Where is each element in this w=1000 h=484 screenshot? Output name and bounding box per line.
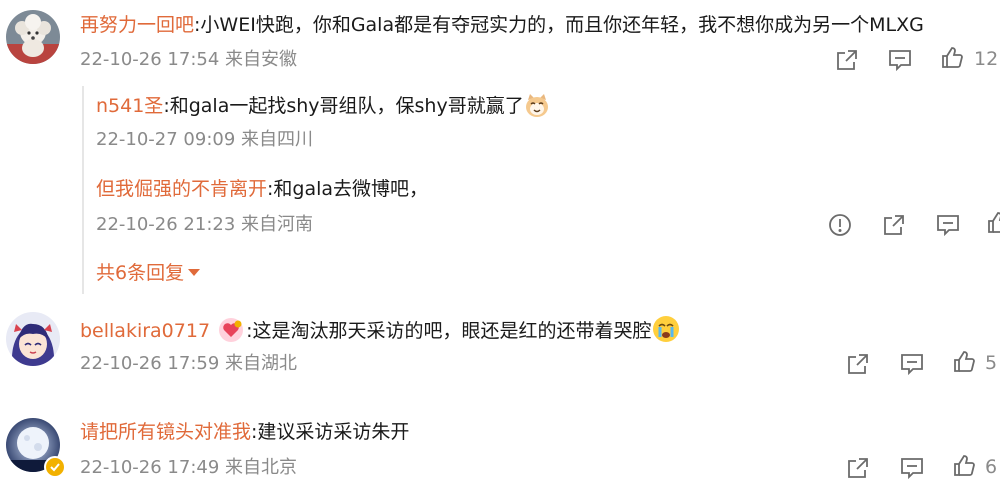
reply-date: 22-10-26 21:23 — [96, 214, 236, 235]
share-icon[interactable] — [846, 456, 870, 480]
like-icon[interactable] — [952, 350, 976, 374]
share-icon[interactable] — [882, 213, 906, 237]
comment-date: 22-10-26 17:59 — [80, 353, 220, 374]
comment-location: 来自北京 — [225, 457, 298, 478]
comment-text: 小WEI快跑，你和Gala都是有夺冠实力的，而且你还年轻，我不想你成为另一个ML… — [200, 14, 924, 36]
like-count: 5 — [985, 352, 998, 374]
comment-location: 来自安徽 — [225, 49, 298, 70]
caret-down-icon — [188, 269, 201, 276]
share-icon[interactable] — [846, 352, 870, 376]
poodle-avatar-icon — [6, 10, 60, 64]
reply-location: 来自河南 — [241, 214, 314, 235]
reply-username-link[interactable]: 但我倔强的不肯离开 — [96, 178, 267, 200]
pink-heart-badge-icon — [218, 317, 244, 350]
like-icon[interactable] — [952, 454, 976, 478]
more-replies-link[interactable]: 共6条回复 — [96, 260, 201, 286]
comment-meta: 22-10-26 17:49 来自北京 — [80, 456, 297, 480]
reply-text: 和gala一起找shy哥组队，保shy哥就赢了 — [169, 95, 524, 117]
reply-date: 22-10-27 09:09 — [96, 129, 236, 150]
comment-text: 这是淘汰那天采访的吧，眼还是红的还带着哭腔 — [252, 320, 652, 342]
reply-username-link[interactable]: n541圣 — [96, 95, 163, 117]
like-icon[interactable] — [940, 46, 964, 70]
more-replies-label: 共6条回复 — [96, 262, 185, 284]
comment-text: 建议采访采访朱开 — [257, 421, 410, 443]
comment-date: 22-10-26 17:49 — [80, 457, 220, 478]
reply-meta: 22-10-26 21:23 来自河南 — [96, 213, 313, 237]
like-count: 12 — [974, 48, 999, 70]
share-icon[interactable] — [835, 48, 859, 72]
reply-text: 和gala去微博吧， — [273, 178, 429, 200]
reply-body: 但我倔强的不肯离开:和gala去微博吧， — [96, 176, 428, 202]
comment-icon[interactable] — [900, 352, 924, 376]
user-avatar[interactable] — [6, 312, 60, 366]
like-count: 6 — [985, 456, 998, 478]
username-link[interactable]: 请把所有镜头对准我 — [80, 421, 251, 443]
cat-emoji-icon — [524, 92, 550, 125]
comment-icon[interactable] — [900, 456, 924, 480]
comment-meta: 22-10-26 17:54 来自安徽 — [80, 48, 297, 72]
reply-body: n541圣:和gala一起找shy哥组队，保shy哥就赢了 — [96, 92, 550, 125]
crying-emoji-icon — [652, 315, 680, 350]
username-link[interactable]: bellakira0717 — [80, 320, 210, 342]
report-icon[interactable] — [828, 213, 852, 237]
verified-gold-badge-icon — [44, 456, 66, 478]
comment-feed: 再努力一回吧:小WEI快跑，你和Gala都是有夺冠实力的，而且你还年轻，我不想你… — [0, 0, 1000, 484]
reply-thread: n541圣:和gala一起找shy哥组队，保shy哥就赢了 22-10-27 0… — [82, 86, 1000, 294]
comment-meta: 22-10-26 17:59 来自湖北 — [80, 352, 297, 376]
user-avatar[interactable] — [6, 10, 60, 64]
like-icon[interactable] — [986, 211, 1000, 235]
username-link[interactable]: 再努力一回吧 — [80, 14, 194, 36]
comment-body: 再努力一回吧:小WEI快跑，你和Gala都是有夺冠实力的，而且你还年轻，我不想你… — [80, 12, 924, 38]
comment-icon[interactable] — [936, 213, 960, 237]
comment-location: 来自湖北 — [225, 353, 298, 374]
reply-location: 来自四川 — [241, 129, 314, 150]
comment-body: bellakira0717 :这是淘汰那天采访的吧，眼还是红的还带着哭腔 — [80, 315, 680, 350]
comment-date: 22-10-26 17:54 — [80, 49, 220, 70]
anime-girl-avatar-icon — [6, 312, 60, 366]
comment-body: 请把所有镜头对准我:建议采访采访朱开 — [80, 419, 409, 445]
comment-icon[interactable] — [888, 48, 912, 72]
reply-meta: 22-10-27 09:09 来自四川 — [96, 128, 313, 152]
